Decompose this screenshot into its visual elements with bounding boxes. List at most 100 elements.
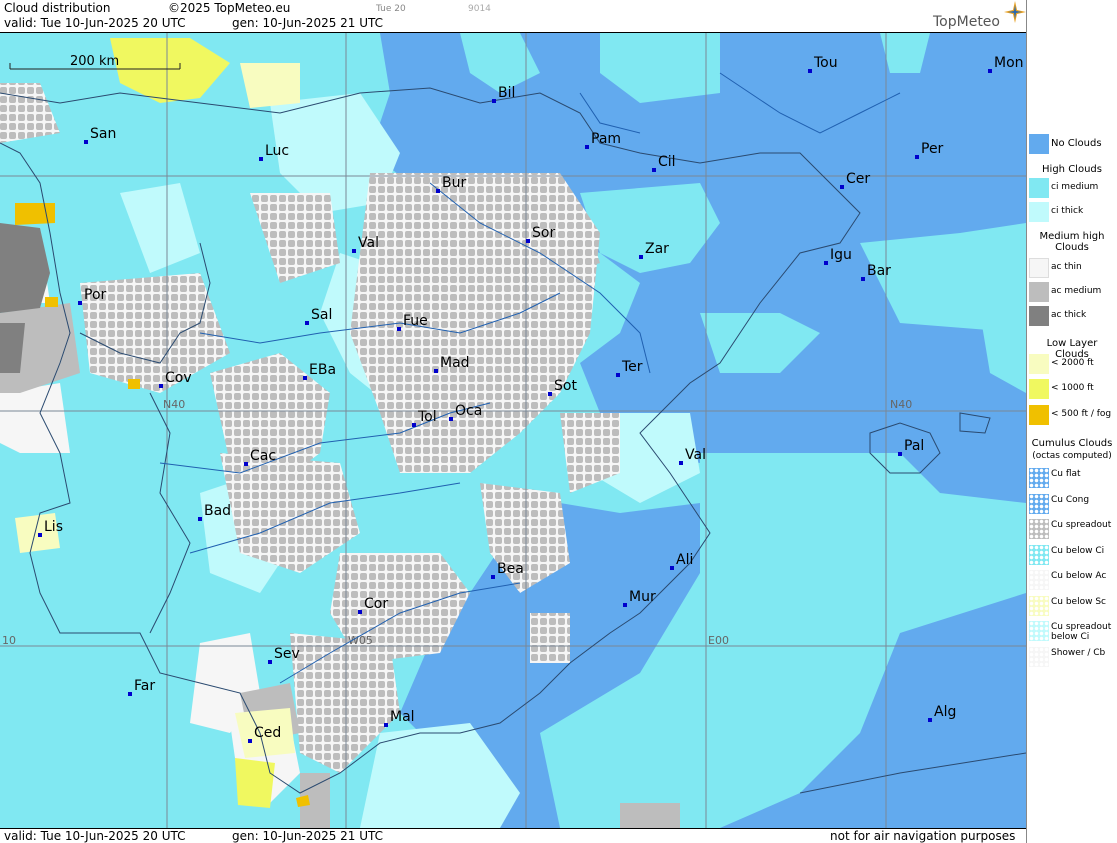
legend-cumulus-label: Cu spreadout below Ci — [1051, 622, 1112, 642]
city-label: Val — [685, 447, 706, 463]
legend-ac-thin: ac thin — [1027, 257, 1117, 279]
city-marker — [623, 603, 627, 607]
city-label: Mon — [994, 55, 1024, 71]
city-marker — [412, 423, 416, 427]
city-label: EBa — [309, 362, 336, 378]
city-label: Bar — [867, 263, 891, 279]
city-mad: Mad — [434, 355, 470, 373]
legend-ac-thick: ac thick — [1027, 305, 1117, 327]
city-marker — [491, 575, 495, 579]
swatch-low-500 — [1029, 405, 1049, 425]
legend-ci-medium-label: ci medium — [1051, 182, 1099, 192]
legend-cumulus-title: Cumulus Clouds — [1031, 438, 1113, 449]
city-marker — [434, 369, 438, 373]
city-marker — [397, 327, 401, 331]
city-label: Far — [134, 678, 155, 694]
city-label: Cil — [658, 154, 676, 170]
city-marker — [352, 249, 356, 253]
city-label: Mur — [629, 589, 656, 605]
swatch-cumulus — [1029, 595, 1049, 616]
city-label: Lis — [44, 519, 63, 535]
swatch-ci-medium — [1029, 178, 1049, 198]
legend-cumulus-row: Cu below Sc — [1027, 595, 1117, 617]
swatch-cumulus — [1029, 570, 1049, 590]
legend-cumulus-label: Cu flat — [1051, 469, 1081, 479]
city-marker — [928, 718, 932, 722]
city-label: Zar — [645, 241, 669, 257]
legend-no-clouds: No Clouds — [1027, 133, 1117, 155]
legend-cumulus-row: Cu flat — [1027, 467, 1117, 489]
legend-low-1000-label: < 1000 ft — [1051, 383, 1094, 393]
cloud-map[interactable]: N40 N40 W05 E00 10 200 km Tou Mon Bil Pa… — [0, 33, 1026, 828]
city-label: Bad — [204, 503, 231, 519]
city-marker — [78, 301, 82, 305]
grid-label-w10: 10 — [2, 634, 16, 647]
legend-low-2000-label: < 2000 ft — [1051, 358, 1094, 368]
city-label: Alg — [934, 704, 956, 720]
city-label: Fue — [403, 313, 428, 329]
city-marker — [248, 739, 252, 743]
city-label: Tol — [417, 409, 437, 425]
city-marker — [305, 321, 309, 325]
grid-label-e00: E00 — [708, 634, 729, 647]
legend-cumulus-row: Cu spreadout — [1027, 518, 1117, 540]
city-label: Sot — [554, 378, 577, 394]
city-label: Sor — [532, 225, 555, 241]
valid-time: valid: Tue 10-Jun-2025 20 UTC — [4, 16, 186, 30]
legend-low-500-label: < 500 ft / fog — [1051, 409, 1112, 419]
legend-cumulus-row: Cu below Ci — [1027, 544, 1117, 566]
city-marker — [436, 189, 440, 193]
city-label: Tou — [813, 55, 838, 71]
city-marker — [358, 610, 362, 614]
map-header: Cloud distribution ©2025 TopMeteo.eu val… — [0, 0, 1026, 33]
city-marker — [268, 660, 272, 664]
swatch-ac-thin — [1029, 258, 1049, 278]
legend-cumulus-row: Shower / Cb — [1027, 646, 1117, 668]
tag-day: Tue 20 — [376, 4, 406, 14]
city-label: Sev — [274, 646, 300, 662]
city-label: Luc — [265, 143, 289, 159]
legend-low-500: < 500 ft / fog — [1027, 404, 1117, 426]
legend-ci-thick: ci thick — [1027, 201, 1117, 223]
swatch-cumulus — [1029, 621, 1049, 641]
footer-generated-time: gen: 10-Jun-2025 21 UTC — [232, 829, 384, 843]
city-marker — [652, 168, 656, 172]
city-label: San — [90, 126, 116, 142]
city-label: Pal — [904, 438, 924, 454]
city-marker — [988, 69, 992, 73]
swatch-cumulus — [1029, 493, 1049, 514]
swatch-ci-thick — [1029, 202, 1049, 222]
city-label: Bil — [498, 85, 515, 101]
legend-cumulus-sub: (octas computed) — [1032, 451, 1112, 461]
legend-ac-medium: ac medium — [1027, 281, 1117, 303]
city-marker — [128, 692, 132, 696]
swatch-no-clouds — [1029, 134, 1049, 154]
footer-valid-time: valid: Tue 10-Jun-2025 20 UTC — [4, 829, 186, 843]
copyright: ©2025 TopMeteo.eu — [168, 1, 291, 15]
city-marker — [38, 533, 42, 537]
legend-medium-title: Medium high Clouds — [1039, 231, 1105, 253]
grid-label-n40-west: N40 — [163, 398, 185, 411]
swatch-cumulus — [1029, 519, 1049, 539]
legend-low-2000: < 2000 ft — [1027, 353, 1117, 375]
city-label: Bea — [497, 561, 524, 577]
legend-cumulus-row: Cu spreadout below Ci — [1027, 620, 1117, 642]
legend-ci-thick-label: ci thick — [1051, 206, 1084, 216]
city-marker — [824, 261, 828, 265]
disclaimer: not for air navigation purposes — [830, 829, 1016, 843]
city-marker — [898, 452, 902, 456]
legend-cumulus-label: Cu spreadout — [1051, 520, 1112, 530]
compass-logo-icon — [1004, 1, 1026, 23]
map-footer: valid: Tue 10-Jun-2025 20 UTC gen: 10-Ju… — [0, 828, 1026, 843]
legend-cumulus-row: Cu Cong — [1027, 493, 1117, 515]
legend-panel: No Clouds High Clouds ci medium ci thick… — [1026, 0, 1117, 843]
city-label: Bur — [442, 175, 466, 191]
legend-cumulus-label: Cu below Ci — [1051, 545, 1105, 556]
city-label: Ali — [676, 552, 693, 568]
city-marker — [616, 373, 620, 377]
city-marker — [84, 140, 88, 144]
city-mon: Mon — [988, 55, 1024, 73]
city-marker — [679, 461, 683, 465]
tag-code: 9014 — [468, 4, 491, 14]
legend-cumulus-label: Shower / Cb — [1051, 647, 1106, 658]
